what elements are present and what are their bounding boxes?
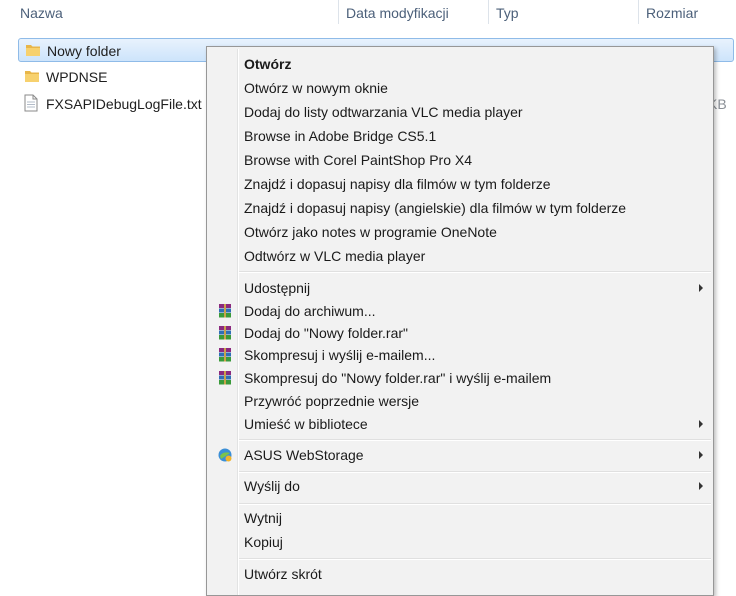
menu-item-label: Skompresuj i wyślij e-mailem...	[244, 347, 436, 363]
menu-item-label: Umieść w bibliotece	[244, 416, 368, 432]
menu-item-adobe-bridge[interactable]: Browse in Adobe Bridge CS5.1	[209, 124, 711, 148]
menu-item-include-library[interactable]: Umieść w bibliotece	[209, 412, 711, 436]
menu-item-label: Otwórz jako notes w programie OneNote	[244, 224, 497, 240]
menu-item-compress-rar-email[interactable]: Skompresuj do "Nowy folder.rar" i wyślij…	[209, 366, 711, 390]
text-file-icon	[24, 94, 38, 112]
menu-item-label: Znajdź i dopasuj napisy dla filmów w tym…	[244, 176, 551, 192]
column-date-label: Data modyfikacji	[346, 5, 449, 21]
submenu-arrow-icon	[699, 482, 703, 490]
menu-item-label: Browse in Adobe Bridge CS5.1	[244, 128, 437, 144]
menu-item-label: Znajdź i dopasuj napisy (angielskie) dla…	[244, 200, 627, 216]
menu-item-label: Skompresuj do "Nowy folder.rar" i wyślij…	[244, 370, 552, 386]
menu-item-open[interactable]: Otwórz	[209, 52, 711, 76]
menu-item-label: Otwórz	[244, 56, 292, 72]
menu-item-label: ASUS WebStorage	[244, 447, 364, 463]
menu-item-add-to-rar[interactable]: Dodaj do "Nowy folder.rar"	[209, 321, 711, 345]
menu-item-onenote[interactable]: Otwórz jako notes w programie OneNote	[209, 220, 711, 244]
file-name: FXSAPIDebugLogFile.txt	[46, 96, 202, 112]
file-name: Nowy folder	[47, 43, 121, 59]
menu-separator	[239, 503, 711, 505]
menu-item-corel-paintshop[interactable]: Browse with Corel PaintShop Pro X4	[209, 148, 711, 172]
context-menu: Otwórz Otwórz w nowym oknie Dodaj do lis…	[206, 46, 714, 596]
column-name-label: Nazwa	[20, 5, 63, 21]
menu-separator	[239, 271, 711, 273]
menu-item-send-to[interactable]: Wyślij do	[209, 474, 711, 498]
menu-item-label: Udostępnij	[244, 280, 311, 296]
file-name: WPDNSE	[46, 69, 108, 85]
column-size-label: Rozmiar	[646, 5, 699, 21]
menu-item-label: Utwórz skrót	[244, 566, 322, 582]
menu-item-label: Dodaj do archiwum...	[244, 303, 376, 319]
menu-item-label: Odtwórz w VLC media player	[244, 248, 426, 264]
menu-item-label: Dodaj do "Nowy folder.rar"	[244, 325, 409, 341]
submenu-arrow-icon	[699, 420, 703, 428]
menu-item-vlc-add-playlist[interactable]: Dodaj do listy odtwarzania VLC media pla…	[209, 100, 711, 124]
menu-item-label: Wytnij	[244, 510, 282, 526]
submenu-arrow-icon	[699, 284, 703, 292]
winrar-icon	[219, 371, 231, 385]
folder-icon	[25, 71, 39, 82]
menu-item-find-subtitles[interactable]: Znajdź i dopasuj napisy dla filmów w tym…	[209, 172, 711, 196]
menu-item-create-shortcut[interactable]: Utwórz skrót	[209, 562, 711, 586]
menu-item-label: Browse with Corel PaintShop Pro X4	[244, 152, 472, 168]
folder-icon	[26, 45, 40, 56]
menu-item-copy[interactable]: Kopiuj	[209, 530, 711, 554]
menu-item-restore-versions[interactable]: Przywróć poprzednie wersje	[209, 389, 711, 413]
menu-item-cut[interactable]: Wytnij	[209, 506, 711, 530]
winrar-icon	[219, 348, 231, 362]
menu-item-find-subtitles-english[interactable]: Znajdź i dopasuj napisy (angielskie) dla…	[209, 196, 711, 220]
submenu-arrow-icon	[699, 451, 703, 459]
column-name-header[interactable]: Nazwa	[0, 0, 338, 28]
menu-item-label: Kopiuj	[244, 534, 283, 550]
column-date-header[interactable]: Data modyfikacji	[326, 0, 476, 28]
winrar-icon	[219, 326, 231, 340]
menu-item-asus-webstorage[interactable]: ASUS WebStorage	[209, 443, 711, 467]
column-size-header[interactable]: Rozmiar	[626, 0, 736, 28]
menu-separator	[239, 471, 711, 473]
menu-separator	[239, 439, 711, 441]
menu-item-compress-email[interactable]: Skompresuj i wyślij e-mailem...	[209, 343, 711, 367]
column-type-label: Typ	[496, 5, 519, 21]
column-header: Nazwa Data modyfikacji Typ Rozmiar	[0, 0, 736, 28]
menu-separator	[239, 558, 711, 560]
column-type-header[interactable]: Typ	[476, 0, 626, 28]
menu-item-open-new-window[interactable]: Otwórz w nowym oknie	[209, 76, 711, 100]
menu-item-share[interactable]: Udostępnij	[209, 276, 711, 300]
menu-item-label: Przywróć poprzednie wersje	[244, 393, 420, 409]
menu-item-label: Wyślij do	[244, 478, 300, 494]
winrar-icon	[219, 304, 231, 318]
asus-webstorage-icon	[218, 448, 232, 462]
menu-item-add-to-archive[interactable]: Dodaj do archiwum...	[209, 299, 711, 323]
menu-item-label: Dodaj do listy odtwarzania VLC media pla…	[244, 104, 523, 120]
menu-item-label: Otwórz w nowym oknie	[244, 80, 388, 96]
menu-item-vlc-play[interactable]: Odtwórz w VLC media player	[209, 244, 711, 268]
